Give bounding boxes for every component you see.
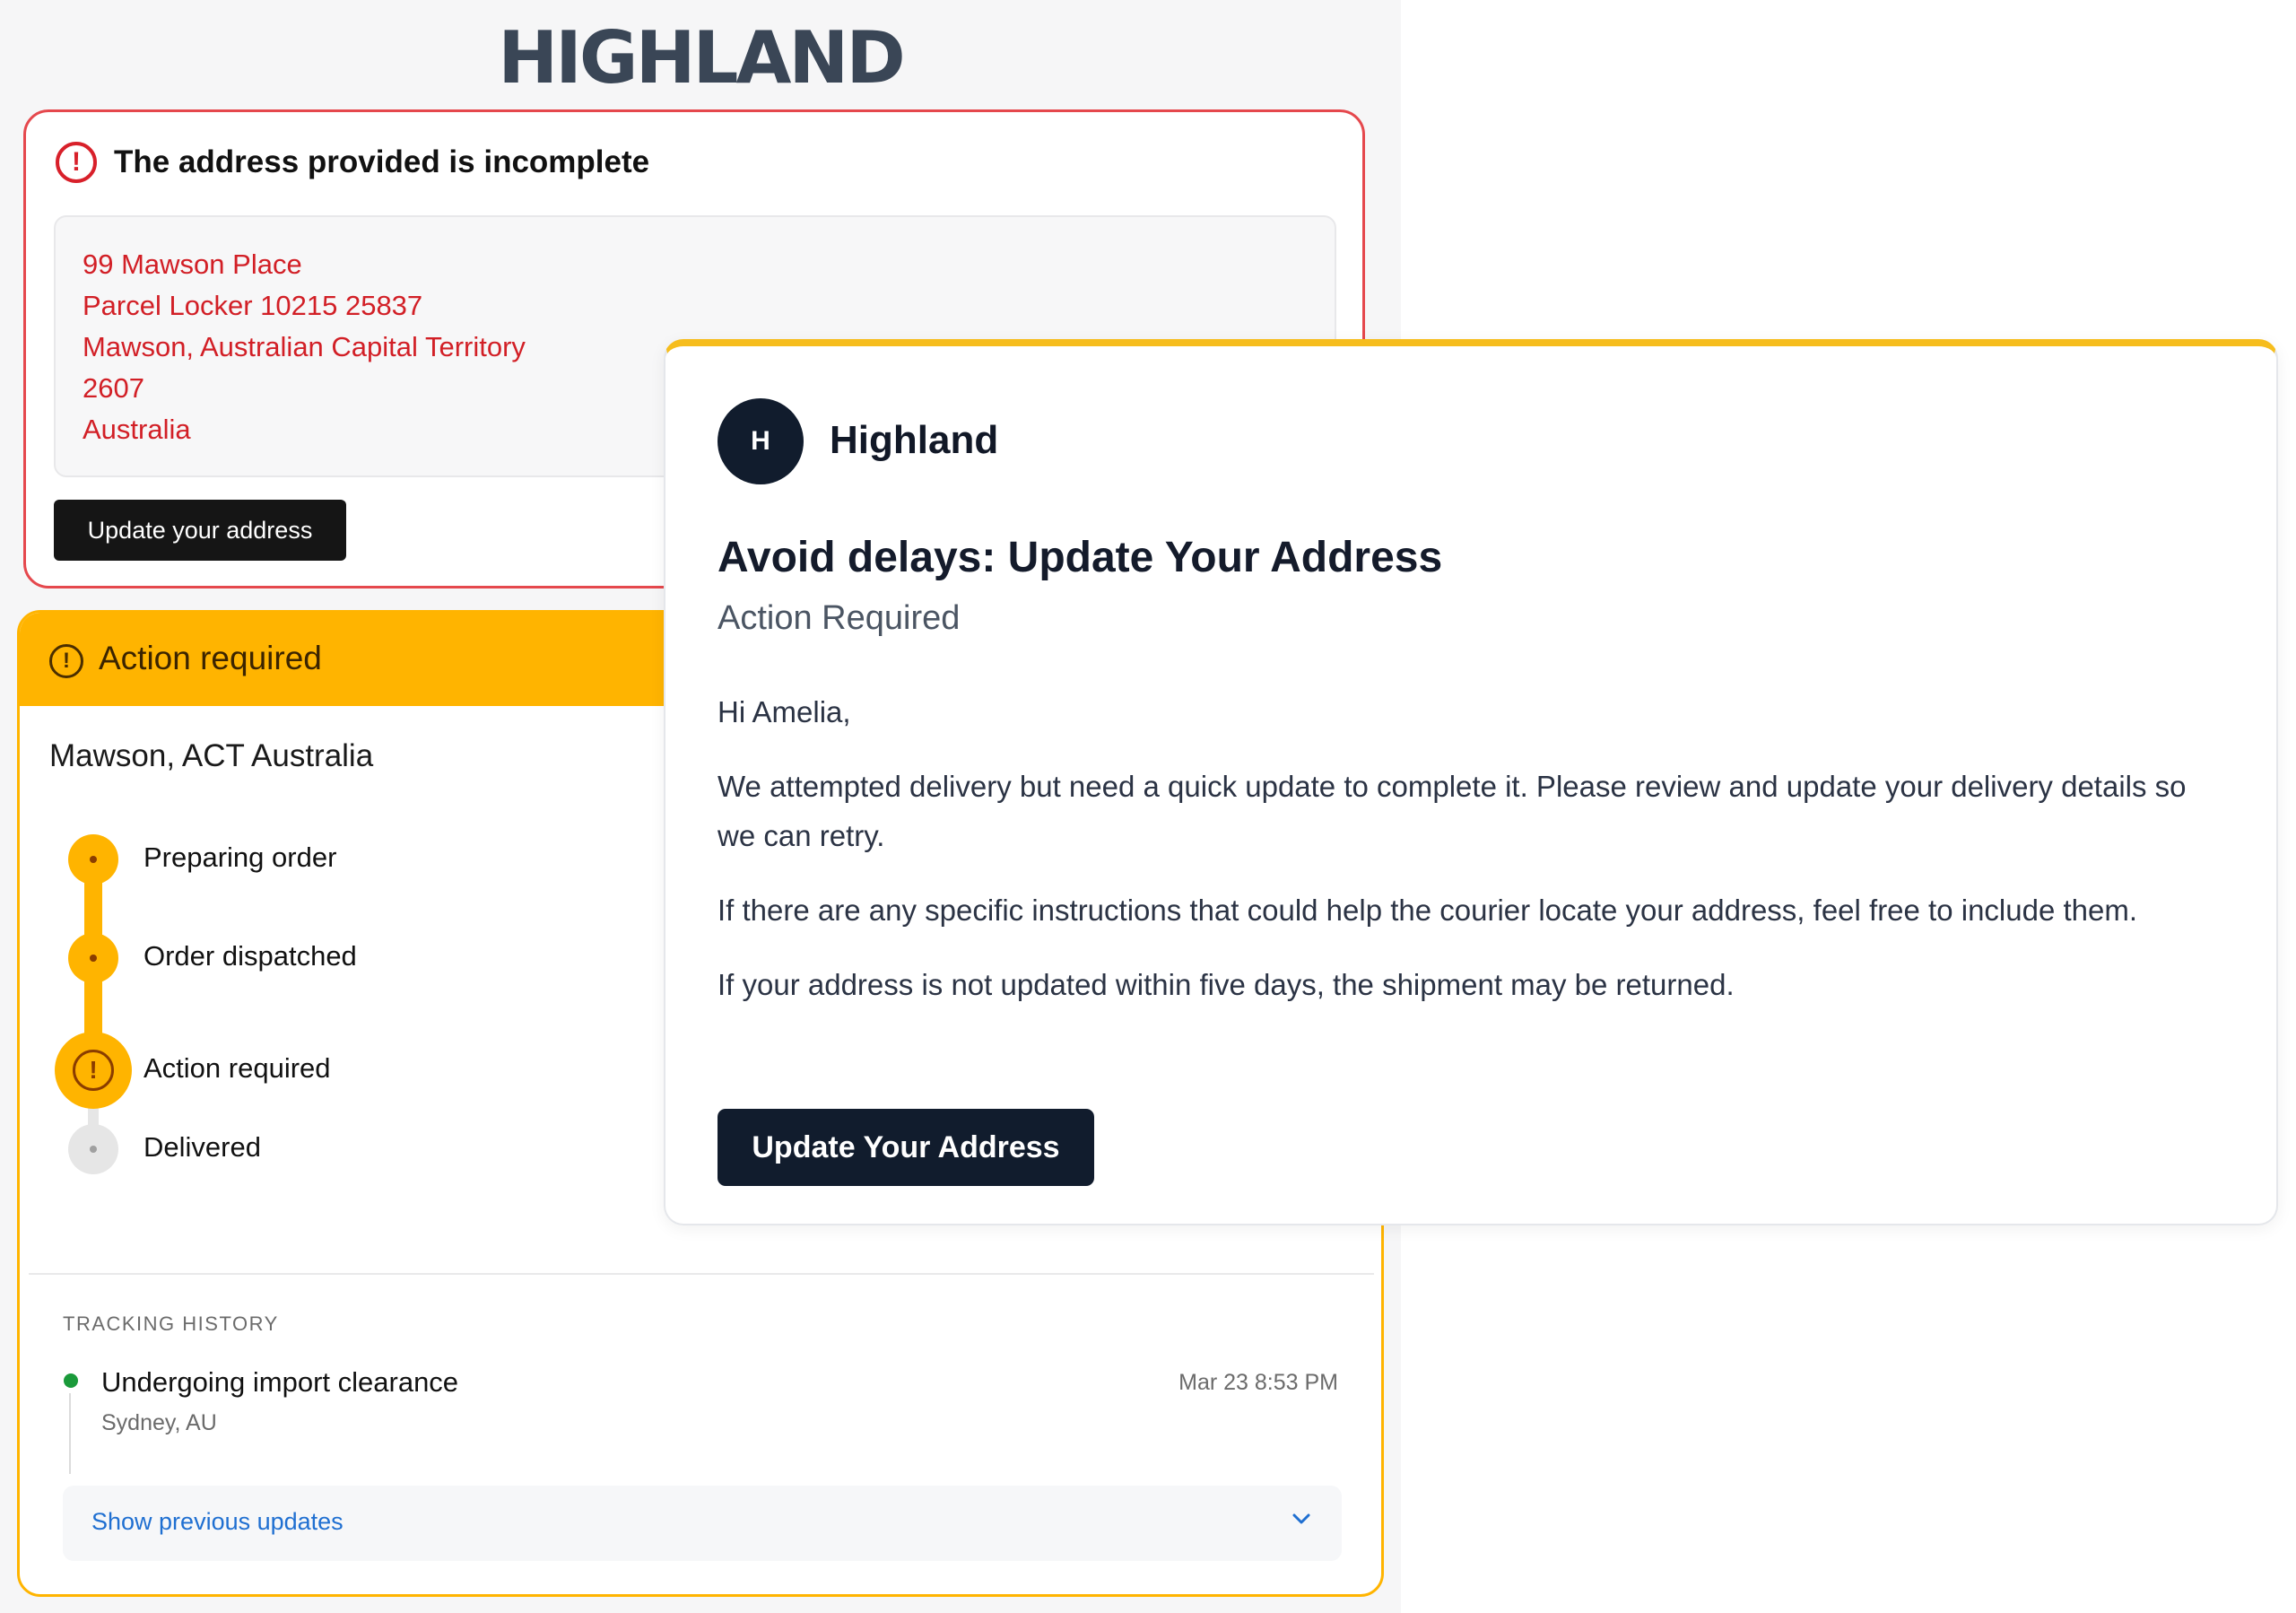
step-label: Action required xyxy=(144,1052,331,1084)
show-previous-updates-button[interactable]: Show previous updates xyxy=(63,1486,1342,1561)
email-title: Avoid delays: Update Your Address xyxy=(718,534,1443,581)
address-line: 99 Mawson Place xyxy=(83,248,302,280)
step-label: Preparing order xyxy=(144,841,337,873)
address-line: Parcel Locker 10215 25837 xyxy=(83,290,423,321)
email-paragraph: If there are any specific instructions t… xyxy=(718,894,2138,927)
email-update-address-button[interactable]: Update Your Address xyxy=(718,1109,1094,1186)
update-address-button[interactable]: Update your address xyxy=(54,500,346,561)
history-place: Sydney, AU xyxy=(101,1410,217,1435)
sender-avatar: H xyxy=(718,398,804,484)
step-done-dot xyxy=(68,933,118,983)
brand-logo: HIGHLAND xyxy=(498,16,906,100)
alert-circle-icon: ! xyxy=(73,1050,114,1091)
alert-circle-icon: ! xyxy=(49,644,83,678)
divider xyxy=(29,1273,1374,1275)
email-paragraph: We attempted delivery but need a quick u… xyxy=(718,770,2187,852)
step-current-dot: ! xyxy=(55,1032,132,1109)
email-notification: H Highland Avoid delays: Update Your Add… xyxy=(664,339,2278,1225)
history-event: Undergoing import clearance xyxy=(101,1366,459,1398)
email-greeting: Hi Amelia, xyxy=(718,695,851,728)
history-connector xyxy=(69,1393,71,1474)
alert-circle-icon: ! xyxy=(56,142,97,183)
email-body: Hi Amelia, We attempted delivery but nee… xyxy=(718,687,2224,1034)
sender-name: Highland xyxy=(830,418,999,462)
chevron-down-icon xyxy=(1292,1513,1310,1524)
history-status-dot xyxy=(64,1373,78,1388)
error-title: The address provided is incomplete xyxy=(114,144,650,179)
step-pending-dot xyxy=(68,1124,118,1174)
step-label: Delivered xyxy=(144,1131,261,1163)
email-paragraph: If your address is not updated within fi… xyxy=(718,968,1735,1001)
step-label: Order dispatched xyxy=(144,940,357,972)
show-previous-label: Show previous updates xyxy=(91,1508,344,1535)
email-subtitle: Action Required xyxy=(718,599,961,637)
history-time: Mar 23 8:53 PM xyxy=(1178,1370,1338,1395)
tracking-status-title: Action required xyxy=(99,640,322,676)
step-done-dot xyxy=(68,834,118,885)
delivery-location: Mawson, ACT Australia xyxy=(49,738,374,773)
tracking-history-title: TRACKING HISTORY xyxy=(63,1312,279,1335)
